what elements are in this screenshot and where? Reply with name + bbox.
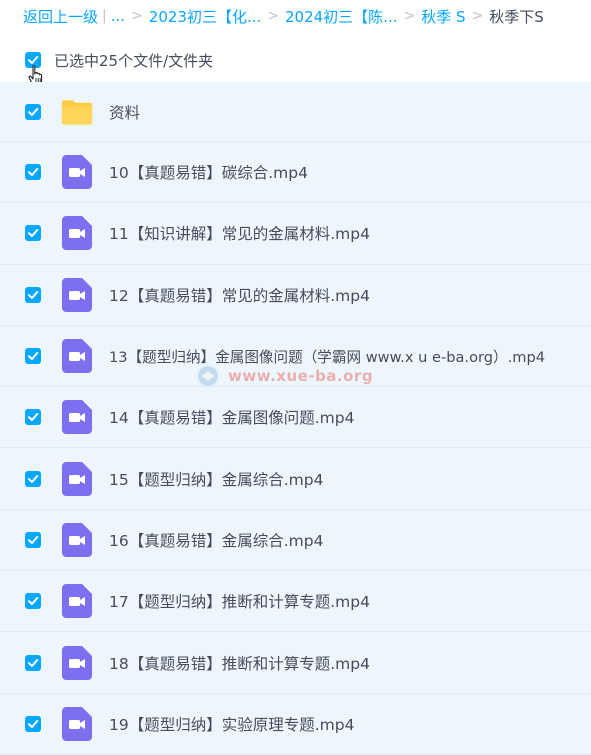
- checkmark-icon: [28, 107, 39, 116]
- row-checkbox[interactable]: [25, 103, 41, 120]
- video-file-icon: [61, 522, 93, 557]
- file-row[interactable]: 16【真题易错】金属综合.mp4: [0, 509, 591, 572]
- video-file-icon: [61, 400, 93, 435]
- file-row[interactable]: 15【题型归纳】金属综合.mp4: [0, 448, 591, 510]
- checkmark-icon: [28, 413, 39, 422]
- breadcrumb-item[interactable]: 2023初三【化...: [149, 6, 261, 27]
- chevron-right-icon: >: [403, 8, 416, 24]
- checkmark-icon: [28, 352, 39, 361]
- file-name[interactable]: 资料: [109, 101, 140, 123]
- checkmark-icon: [28, 229, 39, 238]
- file-name[interactable]: 11【知识讲解】常见的金属材料.mp4: [109, 222, 370, 244]
- file-name[interactable]: 13【题型归纳】金属图像问题（学霸网 www.x u e-ba.org）.mp4: [109, 346, 545, 367]
- row-checkbox[interactable]: [25, 654, 41, 671]
- checkmark-icon: [28, 597, 39, 606]
- video-file-icon: [61, 216, 93, 251]
- row-checkbox[interactable]: [25, 286, 41, 303]
- file-row-folder[interactable]: 资料: [0, 82, 591, 142]
- chevron-right-icon: >: [471, 8, 484, 24]
- file-name[interactable]: 15【题型归纳】金属综合.mp4: [109, 468, 323, 490]
- folder-icon: [61, 95, 93, 129]
- file-list: 资料 10【真题易错】碳综合.mp4 11【知识讲解】常见的金属材料.mp4 1…: [0, 82, 591, 755]
- file-row[interactable]: 17【题型归纳】推断和计算专题.mp4: [0, 571, 591, 633]
- checkmark-icon: [28, 719, 39, 728]
- checkmark-icon: [28, 658, 39, 667]
- file-row[interactable]: 12【真题易错】常见的金属材料.mp4: [0, 264, 591, 326]
- file-name[interactable]: 18【真题易错】推断和计算专题.mp4: [109, 652, 370, 674]
- back-link[interactable]: 返回上一级: [23, 6, 98, 27]
- video-file-icon: [61, 461, 93, 496]
- video-file-icon: [61, 277, 93, 312]
- file-row[interactable]: 13【题型归纳】金属图像问题（学霸网 www.x u e-ba.org）.mp4: [0, 325, 591, 388]
- row-checkbox[interactable]: [25, 531, 41, 548]
- breadcrumb-ellipsis[interactable]: ...: [111, 7, 125, 25]
- file-name[interactable]: 10【真题易错】碳综合.mp4: [109, 161, 308, 183]
- checkmark-icon: [28, 474, 39, 483]
- checkmark-icon: [28, 168, 39, 177]
- row-checkbox[interactable]: [25, 409, 41, 426]
- chevron-right-icon: >: [267, 8, 279, 24]
- file-name[interactable]: 14【真题易错】金属图像问题.mp4: [109, 406, 354, 428]
- breadcrumb-divider: |: [102, 8, 107, 24]
- checkmark-icon: [28, 290, 39, 299]
- row-checkbox[interactable]: [25, 348, 41, 365]
- video-file-icon: [61, 155, 93, 190]
- file-name[interactable]: 19【题型归纳】实验原理专题.mp4: [109, 713, 354, 735]
- row-checkbox[interactable]: [25, 715, 41, 732]
- row-checkbox[interactable]: [25, 593, 41, 610]
- video-file-icon: [61, 584, 93, 619]
- breadcrumb-current: 秋季下S: [489, 7, 544, 26]
- row-checkbox[interactable]: [25, 225, 41, 242]
- selection-bar: 已选中25个文件/文件夹: [0, 40, 591, 80]
- file-name[interactable]: 16【真题易错】金属综合.mp4: [109, 529, 323, 551]
- file-name[interactable]: 17【题型归纳】推断和计算专题.mp4: [109, 590, 370, 612]
- row-checkbox[interactable]: [25, 164, 41, 181]
- file-row[interactable]: 19【题型归纳】实验原理专题.mp4: [0, 693, 591, 755]
- checkmark-icon: [28, 535, 39, 544]
- file-name[interactable]: 12【真题易错】常见的金属材料.mp4: [109, 284, 370, 306]
- video-file-icon: [61, 339, 93, 374]
- file-row[interactable]: 10【真题易错】碳综合.mp4: [0, 142, 591, 204]
- file-row[interactable]: 14【真题易错】金属图像问题.mp4: [0, 387, 591, 449]
- row-checkbox[interactable]: [25, 470, 41, 487]
- video-file-icon: [61, 645, 93, 680]
- selection-count-label: 已选中25个文件/文件夹: [54, 51, 214, 70]
- file-row[interactable]: 18【真题易错】推断和计算专题.mp4: [0, 632, 591, 694]
- video-file-icon: [61, 706, 93, 741]
- breadcrumb-item[interactable]: 秋季 S: [421, 6, 465, 27]
- file-row[interactable]: 11【知识讲解】常见的金属材料.mp4: [0, 203, 591, 265]
- chevron-right-icon: >: [131, 8, 143, 24]
- breadcrumb: 返回上一级 | ... > 2023初三【化... > 2024初三【陈... …: [0, 0, 591, 32]
- breadcrumb-item[interactable]: 2024初三【陈...: [285, 6, 397, 27]
